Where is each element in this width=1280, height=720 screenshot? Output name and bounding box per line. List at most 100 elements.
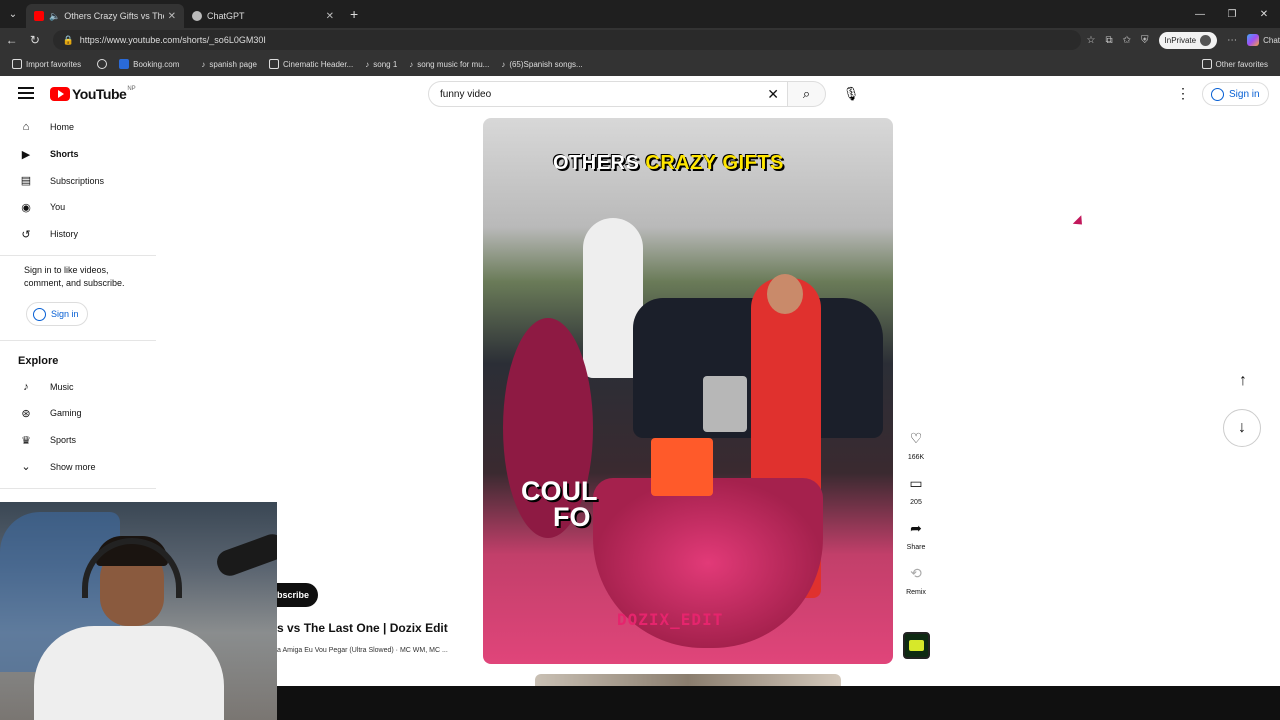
close-tab-icon[interactable]: ✕ [326,11,334,22]
tiktok-icon: ♪ [501,59,506,69]
favorite-star-icon[interactable]: ☆ [1087,35,1096,46]
favorite-item[interactable]: ♪ spanish page [201,60,257,69]
sidebar-item-label: Sports [50,435,77,446]
short-music[interactable]: a Amiga Eu Vou Pegar (Ultra Slowed) · MC… [277,647,448,654]
divider [0,488,156,490]
mouse-cursor-icon [1072,215,1087,229]
inprivate-badge[interactable]: InPrivate [1158,31,1218,49]
sidebar-item-label: Gaming [50,408,82,419]
tab-label: Others Crazy Gifts vs The Last [64,11,163,21]
short-actions: ♡ 166K ▭ 205 ➦ Share ⟲ Remix [898,430,934,610]
tab-label: ChatGPT [207,11,245,21]
lock-icon[interactable]: 🔒 [63,35,74,46]
subscribe-label: bscribe [277,590,310,600]
voice-search-button[interactable]: 🎙 [838,81,864,107]
sidebar-item-home[interactable]: ⌂ Home [0,114,156,141]
tab-chatgpt[interactable]: ChatGPT ✕ [184,4,342,28]
video-overlay-title: OTHERS CRAZY GIFTS [553,152,784,175]
favorite-item[interactable]: Booking.com [119,59,179,69]
copilot-chat-button[interactable]: Chat [1247,34,1280,46]
settings-kebab-icon[interactable]: ⋮ [1176,85,1190,102]
remix-button[interactable]: ⟲ Remix [898,565,934,596]
orange-bag [651,438,713,496]
sidebar-item-subscriptions[interactable]: ▤ Subscriptions [0,167,156,194]
menu-icon[interactable] [18,87,34,102]
microphone-arm [213,530,277,580]
inprivate-label: InPrivate [1164,35,1197,45]
sidebar-sign-in-button[interactable]: Sign in [26,302,88,327]
account-icon [33,307,46,321]
divider [0,255,156,257]
sidebar-item-sports[interactable]: ♛ Sports [0,427,156,454]
search-icon: ⌕ [802,86,811,101]
toolbar-icons: ☆ ⧉ ✩ ⛨ InPrivate ⋯ Chat [1087,31,1280,49]
sidebar-item-music[interactable]: ♪ Music [0,373,156,400]
address-bar-row: ← ↻ 🔒 https://www.youtube.com/shorts/_so… [0,28,1280,52]
sidebar-item-you[interactable]: ◉ You [0,194,156,221]
like-count: 166K [907,454,925,461]
channel-avatar[interactable] [903,632,930,659]
comment-count: 205 [910,499,922,506]
share-icon: ➦ [910,520,922,536]
favorites-bar: Import favorites Booking.com ♪ spanish pa… [0,52,1280,76]
folder-icon [12,59,22,69]
search-input[interactable]: funny video ✕ [428,81,788,107]
search-button[interactable]: ⌕ [788,81,826,107]
favorite-label: Import favorites [26,59,82,69]
favorite-item[interactable]: Cinematic Header... [268,59,353,69]
webcam-overlay [0,502,277,720]
tab-youtube[interactable]: 🔈 Others Crazy Gifts vs The Last ✕ [26,4,184,28]
next-short-button[interactable]: ↓ [1223,409,1261,447]
favorite-item[interactable]: ♪ (65)Spanish songs... [501,60,582,69]
previous-short-button[interactable]: ↑ [1232,370,1254,392]
caption-line: COUL [521,476,598,506]
sidebar-item-show-more[interactable]: ⌄ Show more [0,454,156,481]
sidebar-item-history[interactable]: ↺ History [0,221,156,248]
clear-search-icon[interactable]: ✕ [767,86,779,103]
new-tab-icon[interactable]: + [350,6,358,22]
share-button[interactable]: ➦ Share [898,520,934,551]
shield-icon[interactable]: ⛨ [1141,35,1149,46]
back-icon[interactable]: ← [0,33,23,47]
restore-icon[interactable]: ❐ [1216,9,1248,20]
divider [0,340,156,342]
sign-in-button[interactable]: Sign in [1202,82,1269,106]
speaker-icon[interactable]: 🔈 [49,11,60,22]
short-title[interactable]: s vs The Last One | Dozix Edit [277,621,448,635]
favorites-icon[interactable]: ✩ [1123,35,1131,46]
more-menu-icon[interactable]: ⋯ [1227,35,1237,46]
like-button[interactable]: ♡ 166K [898,430,934,461]
favorite-item[interactable]: Import favorites [12,59,81,69]
minimize-icon[interactable]: — [1184,9,1216,20]
youtube-logo[interactable]: YouTube NP [50,86,136,102]
subscribe-button[interactable]: bscribe [277,583,318,607]
avatar [1200,34,1212,46]
home-icon: ⌂ [22,121,30,134]
sidebar-item-shorts[interactable]: ▶ Shorts [0,141,156,168]
url-field[interactable]: 🔒 https://www.youtube.com/shorts/_so6L0G… [52,30,1081,50]
next-short-preview[interactable] [535,674,841,686]
comments-button[interactable]: ▭ 205 [898,475,934,506]
other-favorites[interactable]: Other favorites [1201,52,1268,76]
caption-line: FO [553,502,591,532]
tab-actions-icon[interactable]: ⌄ [0,0,26,28]
refresh-icon[interactable]: ↻ [23,33,46,47]
remix-icon: ⟲ [910,565,922,581]
account-icon [1211,87,1224,101]
favorite-item[interactable] [97,59,108,69]
microphone-icon: 🎙 [842,86,860,101]
booking-icon [119,59,130,69]
watermark: DOZIX_EDIT [617,610,724,629]
sidebar-item-gaming[interactable]: ⊛ Gaming [0,400,156,427]
close-tab-icon[interactable]: ✕ [168,11,176,22]
other-favorites-label: Other favorites [1215,59,1268,69]
close-window-icon[interactable]: ✕ [1248,9,1280,20]
tiktok-icon: ♪ [409,59,414,69]
favorite-item[interactable]: ♪ song music for mu... [409,60,489,69]
short-video-player[interactable]: OTHERS CRAZY GIFTS COUL FO DOZIX_EDIT [483,118,893,664]
collections-icon[interactable]: ⧉ [1106,35,1113,46]
favorite-item[interactable]: ♪ song 1 [365,60,397,69]
person-head [767,274,803,314]
gaming-icon: ⊛ [21,407,31,420]
search-value: funny video [440,88,492,100]
